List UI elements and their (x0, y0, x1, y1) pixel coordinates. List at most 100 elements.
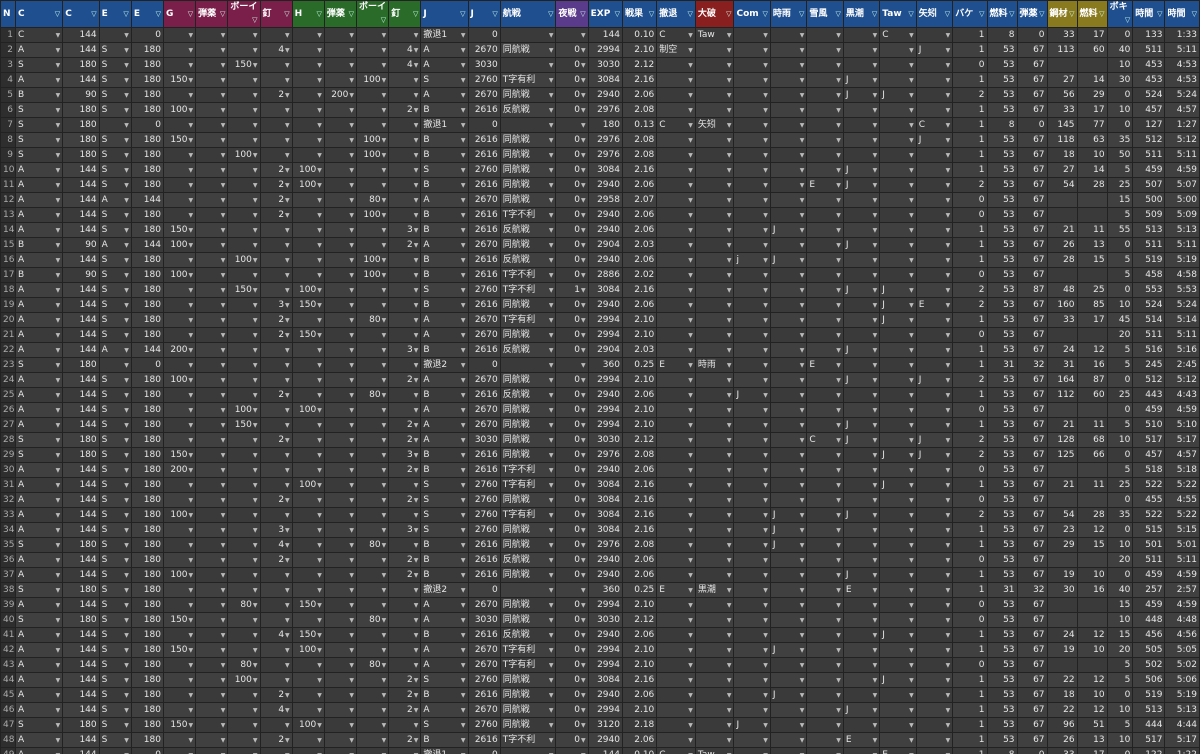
dropdown-arrow-icon[interactable]: ▼ (946, 599, 951, 612)
dropdown-arrow-icon[interactable]: ▼ (727, 524, 732, 537)
filter-icon[interactable]: ▽ (156, 8, 161, 21)
filter-icon[interactable]: ▽ (1069, 8, 1074, 21)
dropdown-arrow-icon[interactable]: ▼ (349, 464, 354, 477)
dropdown-arrow-icon[interactable]: ▼ (800, 134, 805, 147)
dropdown-arrow-icon[interactable]: ▼ (189, 254, 194, 267)
dropdown-arrow-icon[interactable]: ▼ (946, 344, 951, 357)
dropdown-arrow-icon[interactable]: ▼ (414, 254, 419, 267)
cell[interactable]: 53 (986, 297, 1018, 313)
dropdown-arrow-icon[interactable]: ▼ (349, 614, 354, 627)
cell[interactable]: ▼ (195, 417, 229, 433)
dropdown-arrow-icon[interactable]: ▼ (581, 719, 586, 732)
cell[interactable]: ▼A (14, 372, 64, 388)
dropdown-arrow-icon[interactable]: ▼ (317, 464, 322, 477)
cell[interactable]: ▼ T字有利 (499, 657, 557, 673)
cell[interactable]: ▼ (915, 687, 954, 703)
dropdown-arrow-icon[interactable]: ▼ (56, 389, 61, 402)
cell[interactable]: ▼ (733, 297, 771, 313)
cell[interactable]: ▼ (769, 417, 808, 433)
filter-icon[interactable]: ▽ (1039, 8, 1044, 21)
dropdown-arrow-icon[interactable]: ▼ (285, 164, 290, 177)
filter-icon[interactable]: ▽ (252, 14, 257, 27)
dropdown-arrow-icon[interactable]: ▼ (909, 734, 914, 747)
dropdown-arrow-icon[interactable]: ▼ (189, 194, 194, 207)
dropdown-arrow-icon[interactable]: ▼ (946, 284, 951, 297)
cell[interactable]: ▼ (769, 372, 808, 388)
dropdown-arrow-icon[interactable]: ▼ (414, 434, 419, 447)
dropdown-arrow-icon[interactable]: ▼ (549, 44, 554, 57)
cell[interactable]: ▼ 80 (356, 612, 390, 628)
cell[interactable]: 180 (130, 267, 164, 283)
cell[interactable]: ▼ (195, 312, 229, 328)
cell[interactable]: ▼ (879, 402, 917, 418)
cell[interactable]: 21 (1046, 417, 1078, 433)
dropdown-arrow-icon[interactable]: ▼ (461, 734, 466, 747)
cell[interactable]: ▼ (323, 702, 358, 718)
dropdown-arrow-icon[interactable]: ▼ (124, 104, 129, 117)
dropdown-arrow-icon[interactable]: ▼ (873, 404, 878, 417)
column-header[interactable]: E ▽ (98, 0, 132, 28)
dropdown-arrow-icon[interactable]: ▼ (189, 404, 194, 417)
cell[interactable]: ▼ 同航戦 (499, 177, 557, 193)
cell[interactable]: 0.10 (621, 27, 658, 43)
cell[interactable]: ▼ (694, 312, 735, 328)
dropdown-arrow-icon[interactable]: ▼ (836, 269, 841, 282)
cell[interactable]: ▼ S (14, 537, 64, 553)
cell[interactable]: 2616 (467, 627, 501, 643)
cell[interactable]: ▼ 同航戦 (499, 597, 557, 613)
cell[interactable]: ▼ (694, 642, 735, 658)
cell[interactable]: ▼ (388, 402, 422, 418)
cell[interactable]: 10 (1106, 702, 1134, 718)
cell[interactable]: ▼ S (14, 132, 64, 148)
cell[interactable]: ▼ (98, 357, 132, 373)
dropdown-arrow-icon[interactable]: ▼ (349, 659, 354, 672)
dropdown-arrow-icon[interactable]: ▼ (727, 614, 732, 627)
dropdown-arrow-icon[interactable]: ▼ (253, 584, 258, 597)
dropdown-arrow-icon[interactable]: ▼ (124, 269, 129, 282)
cell[interactable]: ▼ (879, 102, 917, 118)
cell[interactable]: 67 (1016, 132, 1048, 148)
cell[interactable]: ▼ S (98, 252, 132, 268)
cell[interactable]: 2.08 (621, 537, 658, 553)
dropdown-arrow-icon[interactable]: ▼ (349, 119, 354, 132)
dropdown-arrow-icon[interactable]: ▼ (189, 674, 194, 687)
cell[interactable]: 67 (1016, 447, 1048, 463)
dropdown-arrow-icon[interactable]: ▼ (56, 554, 61, 567)
cell[interactable]: ▼ (842, 252, 881, 268)
dropdown-arrow-icon[interactable]: ▼ (317, 134, 322, 147)
cell[interactable]: 53 (986, 537, 1018, 553)
dropdown-arrow-icon[interactable]: ▼ (189, 434, 194, 447)
cell[interactable]: ▼ (291, 567, 325, 583)
cell[interactable]: ▼ (806, 252, 844, 268)
cell[interactable]: ▼ (806, 522, 844, 538)
cell[interactable]: 0 (952, 402, 988, 418)
dropdown-arrow-icon[interactable]: ▼ (56, 374, 61, 387)
cell[interactable]: ▼ (915, 552, 954, 568)
cell[interactable]: ▼ (291, 417, 325, 433)
cell[interactable]: 33 (1046, 102, 1078, 118)
dropdown-arrow-icon[interactable]: ▼ (581, 389, 586, 402)
cell[interactable]: 11 (1076, 477, 1108, 493)
cell[interactable]: ▼ (915, 327, 954, 343)
cell[interactable]: 22 (1046, 702, 1078, 718)
cell[interactable]: ▼ 150 (162, 447, 197, 463)
dropdown-arrow-icon[interactable]: ▼ (414, 104, 419, 117)
cell[interactable]: 144 (62, 672, 100, 688)
dropdown-arrow-icon[interactable]: ▼ (253, 59, 258, 72)
cell[interactable]: ▼ 200 (162, 462, 197, 478)
cell[interactable]: ▼ (323, 417, 358, 433)
dropdown-arrow-icon[interactable]: ▼ (461, 194, 466, 207)
dropdown-arrow-icon[interactable]: ▼ (581, 104, 586, 117)
row-number[interactable]: 42 (0, 642, 16, 658)
cell[interactable]: 180 (130, 312, 164, 328)
cell[interactable]: ▼ (388, 252, 422, 268)
dropdown-arrow-icon[interactable]: ▼ (285, 374, 290, 387)
cell[interactable]: ▼ (323, 537, 358, 553)
cell[interactable]: ▼ 100 (356, 252, 390, 268)
dropdown-arrow-icon[interactable]: ▼ (317, 749, 322, 754)
dropdown-arrow-icon[interactable]: ▼ (873, 419, 878, 432)
cell[interactable]: ▼ (656, 732, 696, 748)
dropdown-arrow-icon[interactable]: ▼ (414, 464, 419, 477)
filter-icon[interactable]: ▽ (220, 8, 225, 21)
cell[interactable]: 29 (1076, 87, 1108, 103)
